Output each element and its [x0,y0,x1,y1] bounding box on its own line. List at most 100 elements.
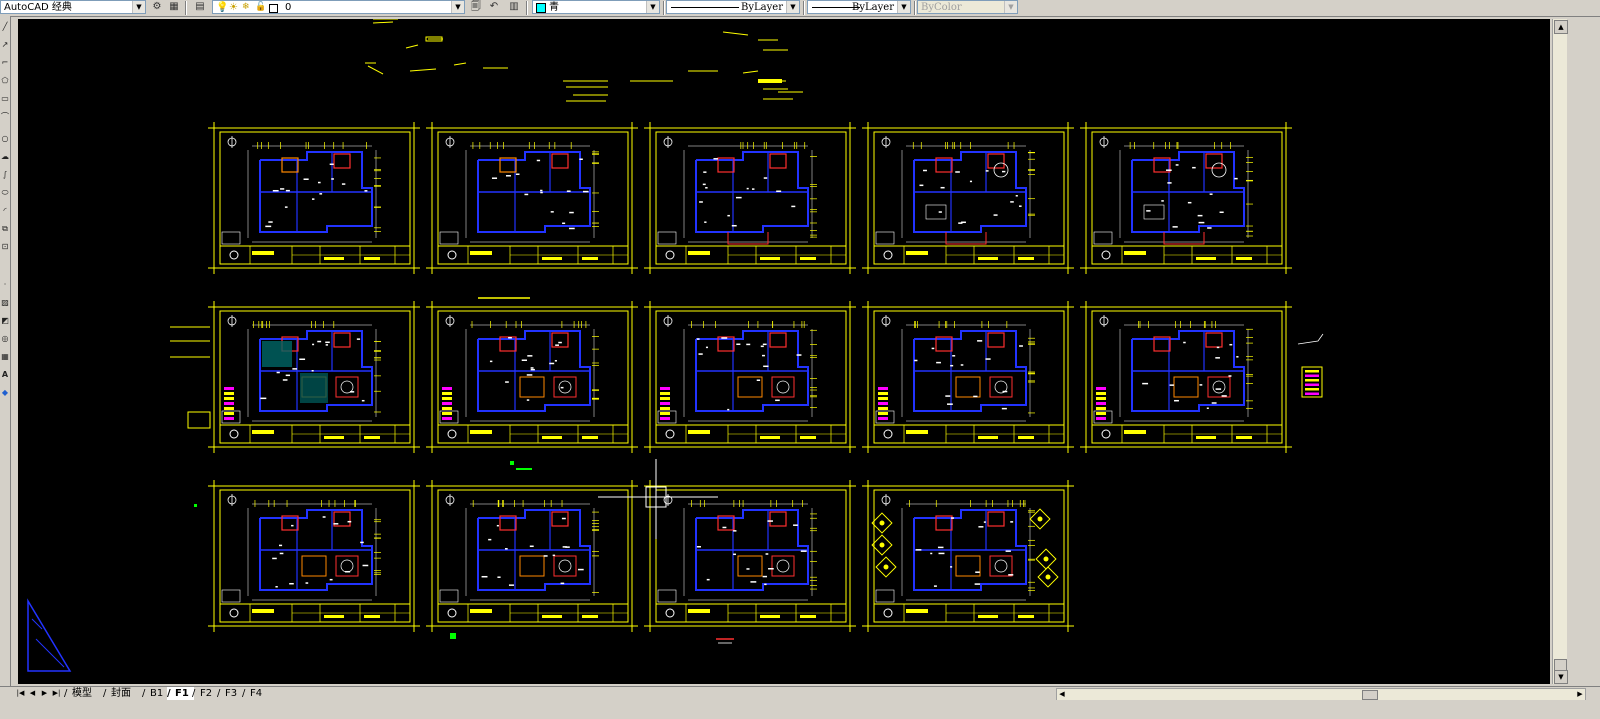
layer-previous-icon[interactable]: ↶ [486,0,502,14]
detail-mark [329,163,334,166]
legend-entry [878,407,888,410]
diamond-symbol [883,564,889,570]
drawing-sheet [426,480,638,632]
drawing-sheet [208,301,420,453]
color-dropdown[interactable]: 青 ▼ [532,0,660,14]
hatch-icon[interactable]: ▨ [0,296,10,310]
chevron-down-icon[interactable]: ▼ [451,1,464,13]
detail-mark [776,190,782,193]
layer-states-icon[interactable]: ▥ [506,0,522,14]
prev-tab-icon[interactable]: ◀ [28,688,37,699]
tab-F2[interactable]: F2 [192,687,217,700]
layer-dropdown[interactable]: 💡 ☀ ❄ 🔓 0 ▼ [212,0,465,14]
model-space-canvas[interactable] [18,19,1550,684]
chevron-down-icon[interactable]: ▼ [897,1,910,13]
arc-icon[interactable]: ⌒ [0,110,10,124]
detail-mark [915,549,922,551]
detail-mark [713,158,718,160]
legend-entry [224,412,234,415]
circle-icon[interactable]: ○ [0,132,10,146]
ellipse-icon[interactable]: ⬭ [0,186,10,200]
detail-mark [303,178,309,180]
vertical-scrollbar[interactable]: ▲ ▼ [1552,19,1568,684]
tab-封面[interactable]: 封面 [103,687,136,700]
last-tab-icon[interactable]: ▶| [52,688,61,699]
detail-mark [764,583,767,586]
room-accent [551,153,569,169]
legend-box [221,231,241,245]
dining-table [993,162,1009,178]
layer-manager-icon[interactable]: ▤ [192,0,208,14]
linetype-dropdown[interactable]: ByLayer ▼ [666,0,800,14]
legend-entry [878,392,888,395]
ceiling-feature [519,555,545,577]
workspace-dropdown[interactable]: AutoCAD 经典 ▼ [0,0,146,14]
tab-F3[interactable]: F3 [217,687,242,700]
add-selected-icon[interactable]: ◆ [0,386,10,400]
detail-mark [746,568,750,570]
legend-entry [660,402,670,405]
make-block-icon[interactable]: ⊡ [0,240,10,254]
scroll-up-icon[interactable]: ▲ [1554,20,1568,34]
workspace-settings-icon[interactable]: ⚙ [149,0,165,14]
line-icon[interactable]: ╱ [0,20,10,34]
color-square-icon[interactable] [269,4,278,13]
scroll-thumb[interactable] [1362,690,1378,700]
chevron-down-icon[interactable]: ▼ [132,1,145,13]
tab-B1[interactable]: B1 [142,687,168,700]
detail-mark [491,177,498,179]
furniture [1143,204,1165,220]
make-current-layer-icon[interactable]: 🗐 [468,0,484,14]
drawing-svg [27,19,1324,672]
detail-mark [706,578,710,581]
detail-mark [360,541,364,544]
freeze-icon[interactable]: ❄ [242,1,250,13]
room-accent [1205,153,1223,169]
construction-line-icon[interactable]: ↗ [0,38,10,52]
revcloud-icon[interactable]: ☁ [0,150,10,164]
detail-mark [800,550,807,552]
gradient-icon[interactable]: ◩ [0,314,10,328]
tab-F4[interactable]: F4 [242,687,267,700]
logo-icon [665,429,675,439]
next-tab-icon[interactable]: ▶ [40,688,49,699]
detail-mark [1174,399,1179,402]
polygon-icon[interactable]: ⬠ [0,74,10,88]
lock-icon[interactable]: 🔓 [255,1,266,13]
detail-mark [1206,407,1209,409]
insert-block-icon[interactable]: ⧉ [0,222,10,236]
rectangle-icon[interactable]: ▭ [0,92,10,106]
detail-mark [698,353,703,355]
legend-entry [1096,392,1106,395]
scroll-left-icon[interactable]: ◀ [1057,689,1067,700]
multiline-text-icon[interactable]: A [0,368,10,382]
scroll-down-icon[interactable]: ▼ [1554,670,1568,684]
lightbulb-icon[interactable]: 💡 [216,1,228,13]
detail-mark [329,578,333,581]
point-icon[interactable]: · [0,278,10,292]
legend-entry [1096,397,1106,400]
detail-mark [265,225,272,228]
chevron-down-icon[interactable]: ▼ [786,1,799,13]
chevron-down-icon[interactable]: ▼ [646,1,659,13]
sun-icon[interactable]: ☀ [229,1,238,13]
lineweight-dropdown[interactable]: ByLayer ▼ [807,0,911,14]
table-icon[interactable]: ▦ [0,350,10,364]
tab-模型[interactable]: 模型 [64,687,97,700]
detail-mark [761,354,765,357]
extra-elements [27,297,1324,672]
polyline-icon[interactable]: ⌐ [0,56,10,70]
detail-mark [562,222,566,225]
detail-mark [727,214,730,217]
detail-mark [767,520,773,522]
detail-mark [746,187,749,190]
toolbar-icon-small[interactable]: ▦ [166,0,182,14]
first-tab-icon[interactable]: |◀ [16,688,25,699]
hatch-fill [300,373,328,403]
spline-icon[interactable]: ∫ [0,168,10,182]
legend-box [439,231,459,245]
ellipse-arc-icon[interactable]: ◜ [0,204,10,218]
region-icon[interactable]: ◎ [0,332,10,346]
scroll-right-icon[interactable]: ▶ [1575,689,1585,700]
tab-F1[interactable]: F1 [167,687,194,700]
